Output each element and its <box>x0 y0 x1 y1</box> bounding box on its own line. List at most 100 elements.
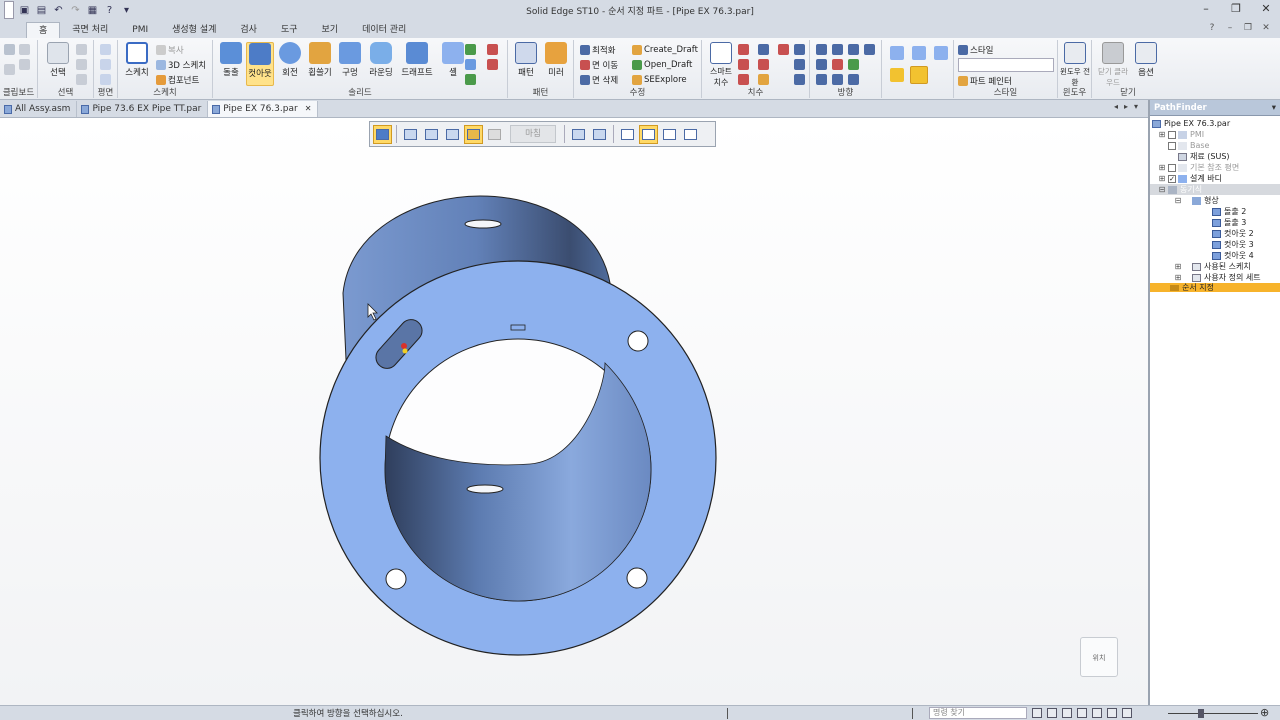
tab-scroll-right-icon[interactable]: ▸ <box>1124 102 1128 111</box>
cut-icon[interactable] <box>19 44 30 55</box>
orient-tool-1-icon[interactable] <box>816 44 827 55</box>
restore-icon[interactable]: ❐ <box>1228 2 1244 16</box>
expand-icon[interactable]: ⊞ <box>1174 272 1182 283</box>
view-dimetric-icon[interactable] <box>912 46 926 60</box>
tab-surfacing[interactable]: 곡면 처리 <box>60 22 120 38</box>
rotate-icon[interactable] <box>1107 708 1117 718</box>
expand-icon[interactable]: ⊞ <box>1158 162 1166 173</box>
tree-item-root[interactable]: Pipe EX 76.3.par <box>1150 118 1280 129</box>
redo-icon[interactable]: ↷ <box>69 4 82 17</box>
zoom-slider-track[interactable] <box>1168 713 1258 714</box>
orient-tool-10-icon[interactable] <box>848 74 859 85</box>
zoom-area-icon[interactable] <box>1062 708 1072 718</box>
mirror-button[interactable]: 미러 <box>542 42 570 86</box>
dim-tool-7-icon[interactable] <box>778 44 789 55</box>
part-model[interactable] <box>0 118 1148 705</box>
open-draft-button[interactable]: Open_Draft <box>632 58 692 72</box>
customize-qat-icon[interactable]: ▾ <box>120 4 133 17</box>
extrude-button[interactable]: 돌출 <box>217 42 245 86</box>
top-slot[interactable] <box>464 219 502 229</box>
dim-tool-1-icon[interactable] <box>738 44 749 55</box>
zoom-in-icon[interactable]: ⊕ <box>1260 706 1269 719</box>
save-icon[interactable]: ▣ <box>18 4 31 17</box>
solid-extra-4-icon[interactable] <box>487 44 498 55</box>
tab-home[interactable]: 홈 <box>26 22 61 38</box>
print-icon[interactable]: ▦ <box>86 4 99 17</box>
orient-tool-8-icon[interactable] <box>816 74 827 85</box>
collapse-icon[interactable]: ⊟ <box>1174 195 1182 206</box>
seexplore-button[interactable]: SEExplore <box>632 73 687 87</box>
shell-button[interactable]: 셸 <box>439 42 467 86</box>
save-all-icon[interactable]: ▤ <box>35 4 48 17</box>
style-dropdown[interactable] <box>958 58 1054 72</box>
command-finder-input[interactable]: 명령 찾기 <box>929 707 1027 719</box>
solid-extra-5-icon[interactable] <box>487 59 498 70</box>
help-icon[interactable]: ? <box>103 4 116 17</box>
switch-window-button[interactable]: 윈도우 전환 <box>1060 42 1090 87</box>
expand-icon[interactable]: ⊞ <box>1158 173 1166 184</box>
copy-icon[interactable] <box>19 59 30 70</box>
tree-item-base[interactable]: Base <box>1150 140 1280 151</box>
optimize-button[interactable]: 최적화 <box>580 43 615 57</box>
sketch-button[interactable]: 스케치 <box>122 42 152 86</box>
orient-tool-5-icon[interactable] <box>816 59 827 70</box>
visibility-checkbox[interactable]: ✓ <box>1168 174 1176 183</box>
find-go-icon[interactable] <box>1032 708 1042 718</box>
application-button[interactable] <box>4 1 14 19</box>
close-cloud-button[interactable]: 닫기 클라우드 <box>1096 42 1130 87</box>
options-button[interactable]: 옵션 <box>1132 42 1160 86</box>
dim-tool-5-icon[interactable] <box>758 59 769 70</box>
doc-tab-all-assy[interactable]: All Assy.asm <box>0 101 78 117</box>
orient-tool-7-icon[interactable] <box>848 59 859 70</box>
expand-icon[interactable]: ⊞ <box>1174 261 1182 272</box>
close-tab-icon[interactable]: ✕ <box>305 101 312 117</box>
shaded-edges-icon[interactable] <box>910 66 928 84</box>
dim-tool-9-icon[interactable] <box>794 59 805 70</box>
component-button[interactable]: 컴포넌트 <box>156 73 199 87</box>
bolt-hole-bottom-left[interactable] <box>385 568 407 590</box>
delete-face-button[interactable]: 면 삭제 <box>580 73 618 87</box>
dim-tool-4-icon[interactable] <box>758 44 769 55</box>
dim-tool-8-icon[interactable] <box>794 44 805 55</box>
tree-item-synchronous[interactable]: ⊟ 동기식 <box>1150 184 1280 195</box>
dim-tool-10-icon[interactable] <box>794 74 805 85</box>
expand-icon[interactable]: ⊞ <box>1158 129 1166 140</box>
tab-tools[interactable]: 도구 <box>269 22 310 38</box>
display-mode-icon[interactable] <box>1122 708 1132 718</box>
move-face-button[interactable]: 면 이동 <box>580 58 618 72</box>
orient-tool-4-icon[interactable] <box>864 44 875 55</box>
minimize-icon[interactable]: – <box>1198 2 1214 16</box>
doc-tab-pipe-73[interactable]: Pipe 73.6 EX Pipe TT.par <box>77 101 209 117</box>
plane-offset-icon[interactable] <box>100 59 111 70</box>
visibility-checkbox[interactable] <box>1168 163 1176 172</box>
sweep-button[interactable]: 휩쓸기 <box>306 42 334 86</box>
tab-data-management[interactable]: 데이터 관리 <box>350 22 418 38</box>
orient-tool-3-icon[interactable] <box>848 44 859 55</box>
tab-list-icon[interactable]: ▾ <box>1134 102 1138 111</box>
pattern-button[interactable]: 패턴 <box>512 42 540 86</box>
format-painter-icon[interactable] <box>4 64 15 75</box>
inner-slot[interactable] <box>466 484 504 494</box>
tree-item-cutout-2[interactable]: 컷아웃 2 <box>1150 228 1280 239</box>
pathfinder-pin-icon[interactable]: ▾ <box>1272 103 1276 113</box>
close-window-icon[interactable]: ✕ <box>1258 2 1274 16</box>
dim-tool-3-icon[interactable] <box>738 74 749 85</box>
collapse-icon[interactable]: ⊟ <box>1158 184 1166 195</box>
tab-scroll-left-icon[interactable]: ◂ <box>1114 102 1118 111</box>
visibility-checkbox[interactable] <box>1168 130 1176 139</box>
doc-minimize-icon[interactable]: – <box>1224 23 1236 35</box>
doc-close-icon[interactable]: ✕ <box>1260 23 1272 35</box>
tab-pmi[interactable]: PMI <box>120 22 160 38</box>
ribbon-help-icon[interactable]: ? <box>1206 23 1218 35</box>
orient-tool-9-icon[interactable] <box>832 74 843 85</box>
tree-item-ordered[interactable]: 순서 지정 <box>1150 283 1280 292</box>
undo-icon[interactable]: ↶ <box>52 4 65 17</box>
orient-tool-6-icon[interactable] <box>832 59 843 70</box>
paste-icon[interactable] <box>4 44 15 55</box>
solid-extra-2-icon[interactable] <box>465 59 476 70</box>
round-button[interactable]: 라운딩 <box>365 42 397 86</box>
view-cube[interactable]: 위치 <box>1080 637 1118 677</box>
tab-generative-design[interactable]: 생성형 설계 <box>160 22 228 38</box>
doc-restore-icon[interactable]: ❐ <box>1242 23 1254 35</box>
hole-button[interactable]: 구멍 <box>336 42 364 86</box>
